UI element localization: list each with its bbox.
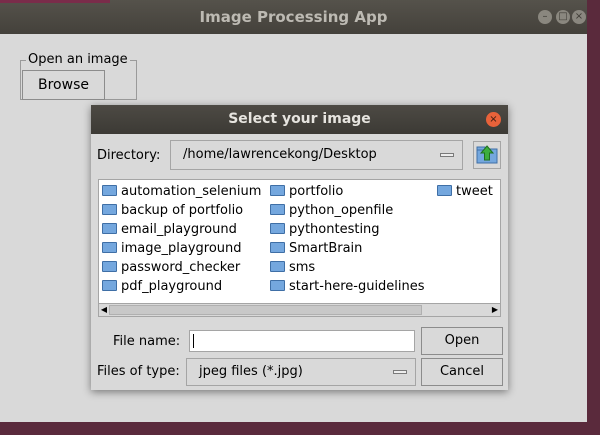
window-title: Image Processing App bbox=[199, 8, 388, 26]
maximize-icon[interactable]: □ bbox=[556, 10, 570, 24]
list-item[interactable]: python_openfile bbox=[270, 201, 425, 220]
scrollbar-thumb[interactable] bbox=[109, 305, 422, 315]
list-item[interactable]: password_checker bbox=[102, 258, 261, 277]
open-button[interactable]: Open bbox=[421, 327, 503, 355]
folder-icon bbox=[270, 204, 285, 215]
folder-icon bbox=[270, 280, 285, 291]
folder-icon bbox=[102, 261, 117, 272]
list-item[interactable]: SmartBrain bbox=[270, 239, 425, 258]
open-image-group-label: Open an image bbox=[26, 52, 130, 68]
folder-icon bbox=[102, 223, 117, 234]
text-caret bbox=[193, 334, 194, 348]
filetype-label: Files of type: bbox=[97, 364, 180, 379]
list-item[interactable]: email_playground bbox=[102, 220, 261, 239]
browse-button[interactable]: Browse bbox=[22, 70, 105, 100]
list-item[interactable]: portfolio bbox=[270, 182, 425, 201]
directory-value: /home/lawrencekong/Desktop bbox=[183, 147, 377, 162]
accent-strip bbox=[0, 0, 110, 3]
directory-label: Directory: bbox=[97, 148, 161, 163]
file-column-3: tweet bbox=[437, 182, 493, 201]
up-folder-button[interactable] bbox=[473, 141, 501, 169]
list-item[interactable]: backup of portfolio bbox=[102, 201, 261, 220]
file-dialog: Select your image × Directory: /home/law… bbox=[91, 105, 508, 390]
cancel-button[interactable]: Cancel bbox=[421, 358, 503, 386]
minimize-icon[interactable]: – bbox=[538, 10, 552, 24]
list-item[interactable]: automation_selenium bbox=[102, 182, 261, 201]
folder-icon bbox=[270, 223, 285, 234]
folder-icon bbox=[102, 280, 117, 291]
folder-icon bbox=[270, 242, 285, 253]
combo-arrow-icon bbox=[393, 370, 407, 374]
folder-icon bbox=[270, 185, 285, 196]
combo-arrow-icon bbox=[440, 153, 454, 157]
list-item[interactable]: tweet bbox=[437, 182, 493, 201]
window-close-icon[interactable]: × bbox=[572, 10, 586, 24]
window-titlebar[interactable]: Image Processing App bbox=[0, 0, 587, 34]
list-item[interactable]: image_playground bbox=[102, 239, 261, 258]
file-column-2: portfolio python_openfile pythontesting … bbox=[270, 182, 425, 296]
dialog-title: Select your image bbox=[228, 111, 371, 127]
folder-icon bbox=[437, 185, 452, 196]
folder-icon bbox=[102, 204, 117, 215]
up-folder-icon bbox=[476, 145, 498, 164]
close-icon[interactable]: × bbox=[486, 112, 501, 127]
list-item[interactable]: pdf_playground bbox=[102, 277, 261, 296]
horizontal-scrollbar[interactable]: ◀ ▶ bbox=[98, 303, 501, 317]
list-item[interactable]: pythontesting bbox=[270, 220, 425, 239]
filename-label: File name: bbox=[113, 334, 181, 349]
list-item[interactable]: sms bbox=[270, 258, 425, 277]
scroll-right-icon[interactable]: ▶ bbox=[490, 304, 500, 316]
dialog-titlebar[interactable]: Select your image bbox=[91, 105, 508, 134]
directory-combo[interactable]: /home/lawrencekong/Desktop bbox=[170, 140, 463, 170]
list-item[interactable]: start-here-guidelines bbox=[270, 277, 425, 296]
filename-input[interactable] bbox=[189, 330, 415, 352]
filetype-combo[interactable]: jpeg files (*.jpg) bbox=[186, 358, 416, 386]
file-column-1: automation_selenium backup of portfolio … bbox=[102, 182, 261, 296]
folder-icon bbox=[102, 242, 117, 253]
folder-icon bbox=[270, 261, 285, 272]
scroll-left-icon[interactable]: ◀ bbox=[99, 304, 109, 316]
filetype-value: jpeg files (*.jpg) bbox=[199, 364, 303, 379]
folder-icon bbox=[102, 185, 117, 196]
file-list[interactable]: automation_selenium backup of portfolio … bbox=[98, 179, 501, 317]
